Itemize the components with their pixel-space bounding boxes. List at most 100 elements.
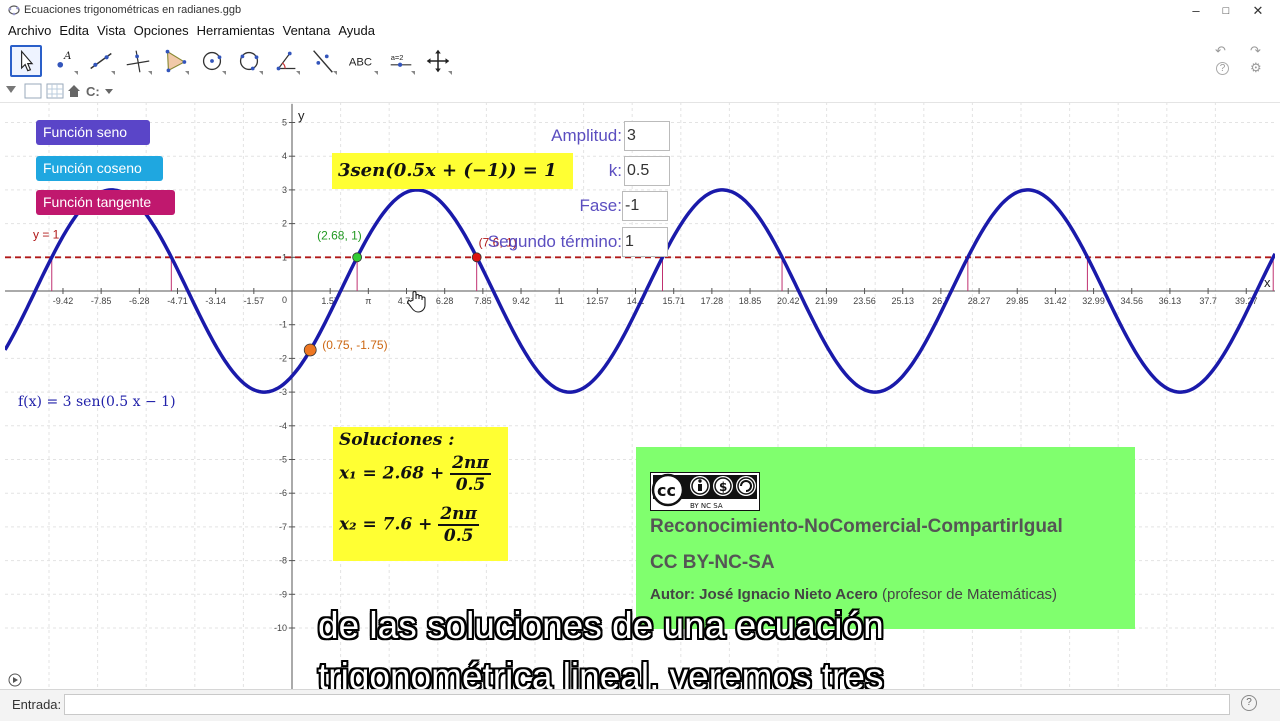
- cc-by-nc-sa-badge-icon: cc $ BY NC SA: [650, 472, 760, 511]
- y-tick-label: 2: [282, 219, 287, 229]
- solution-x2: x₂ = 7.6 + 2nπ 0.5: [339, 504, 479, 546]
- redo-button[interactable]: ↷: [1250, 43, 1261, 59]
- y-tick-label: -5: [279, 455, 287, 465]
- solution-x2-fraction: 2nπ 0.5: [438, 504, 479, 546]
- y-tick-label: 5: [282, 118, 287, 128]
- x-tick-label: 25.13: [891, 296, 914, 306]
- window-title: Ecuaciones trigonométricas en radianes.g…: [24, 4, 242, 16]
- fase-label: Fase:: [579, 196, 622, 215]
- menu-archivo[interactable]: Archivo: [0, 22, 55, 40]
- play-icon[interactable]: [8, 673, 22, 687]
- move-view-tool[interactable]: [422, 45, 454, 77]
- maximize-button[interactable]: □: [1212, 2, 1240, 20]
- x-tick-label: -1.57: [244, 296, 265, 306]
- solution-x1-numerator: 2nπ: [450, 453, 491, 475]
- undo-button[interactable]: ↶: [1215, 43, 1226, 59]
- point-marker: [471, 252, 482, 263]
- x-tick-label: 36.13: [1159, 296, 1182, 306]
- menu-vista[interactable]: Vista: [93, 22, 130, 40]
- funcion-tangente-button[interactable]: Función tangente: [36, 190, 175, 215]
- triangle-down-icon[interactable]: [6, 86, 16, 94]
- slider-tool[interactable]: a=2: [385, 45, 417, 77]
- settings-button[interactable]: ⚙: [1250, 60, 1262, 76]
- solution-x2-numerator: 2nπ: [438, 504, 479, 526]
- k-input[interactable]: 0.5: [624, 156, 670, 186]
- menu-opciones[interactable]: Opciones: [130, 22, 193, 40]
- license-name: Reconocimiento-NoComercial-CompartirIgua…: [650, 516, 1063, 537]
- solution-x2-lhs: x₂ = 7.6 +: [339, 514, 433, 535]
- menu-ayuda[interactable]: Ayuda: [334, 22, 379, 40]
- menu-bar: Archivo Edita Vista Opciones Herramientas Ven…: [0, 22, 1280, 40]
- home-icon[interactable]: [67, 84, 81, 98]
- y-tick-label: -6: [279, 488, 287, 498]
- close-button[interactable]: ✕: [1244, 2, 1272, 20]
- menu-ventana[interactable]: Ventana: [279, 22, 335, 40]
- circle-tool[interactable]: [196, 45, 228, 77]
- fase-input[interactable]: -1: [622, 191, 668, 221]
- amplitud-label: Amplitud:: [551, 126, 622, 145]
- license-box: cc $ BY NC SA Reconocimiento-NoComercial…: [636, 447, 1135, 629]
- y-tick-label: -8: [279, 556, 287, 566]
- x-tick-label: 12.57: [586, 296, 609, 306]
- svg-text:a=2: a=2: [391, 53, 404, 62]
- x-tick-label: 28.27: [968, 296, 991, 306]
- input-bar: Entrada: ?: [0, 689, 1280, 721]
- input-field[interactable]: [64, 694, 1230, 715]
- y-tick-label: -1: [279, 320, 287, 330]
- x-tick-label: 15.71: [662, 296, 685, 306]
- point-marker: [352, 252, 363, 263]
- input-help-icon[interactable]: ?: [1241, 695, 1257, 711]
- horizontal-line-label: y = 1: [33, 227, 60, 241]
- move-tool[interactable]: [10, 45, 42, 77]
- solution-x1: x₁ = 2.68 + 2nπ 0.5: [339, 453, 491, 495]
- funcion-seno-button[interactable]: Función seno: [36, 120, 150, 145]
- funcion-coseno-button[interactable]: Función coseno: [36, 156, 163, 181]
- menu-edita[interactable]: Edita: [55, 22, 93, 40]
- help-button[interactable]: ?: [1216, 62, 1229, 75]
- text-tool[interactable]: ABC: [344, 45, 380, 77]
- x-tick-label: 21.99: [815, 296, 838, 306]
- svg-text:$: $: [719, 480, 727, 494]
- x-tick-label: -3.14: [205, 296, 226, 306]
- menu-herramientas[interactable]: Herramientas: [193, 22, 279, 40]
- input-label: Entrada:: [12, 697, 62, 712]
- point-capture-icon[interactable]: C:: [86, 84, 116, 98]
- point-label: (0.75, -1.75): [322, 338, 387, 352]
- amplitud-input[interactable]: 3: [624, 121, 670, 151]
- x-tick-label: -6.28: [129, 296, 150, 306]
- x-tick-label: 32.99: [1082, 296, 1105, 306]
- minimize-button[interactable]: –: [1182, 2, 1210, 20]
- x-tick-label: 20.42: [777, 296, 800, 306]
- x-tick-label: 31.42: [1044, 296, 1067, 306]
- y-tick-label: -4: [279, 421, 287, 431]
- svg-text:ABC: ABC: [349, 57, 372, 69]
- x-tick-label: 29.85: [1006, 296, 1029, 306]
- polygon-tool[interactable]: [159, 45, 191, 77]
- function-definition-label: f(x) = 3 sen(0.5 x − 1): [18, 394, 176, 410]
- y-tick-label: -9: [279, 589, 287, 599]
- cursor-arrow-icon: [21, 49, 34, 72]
- toolbar: A ABC a=2 ↶ ↷ ? ⚙: [0, 40, 1280, 83]
- svg-text:cc: cc: [657, 481, 676, 500]
- graphics-view[interactable]: x y -9.42 -7.85 -6.28 -4.71 -3.14 -1.57 1.57 π 4.7…: [5, 102, 1275, 689]
- reflect-tool[interactable]: [307, 45, 339, 77]
- axes-toggle-icon[interactable]: [24, 83, 42, 99]
- perpendicular-tool[interactable]: [122, 45, 154, 77]
- y-tick-label: 3: [282, 185, 287, 195]
- license-author: Autor: José Ignacio Nieto Acero (profeso…: [650, 586, 1057, 603]
- angle-tool[interactable]: [270, 45, 302, 77]
- x-tick-label: 34.56: [1120, 296, 1143, 306]
- line-tool[interactable]: [85, 45, 117, 77]
- segundo-termino-input[interactable]: 1: [622, 227, 668, 257]
- y-axis-label: y: [298, 108, 305, 123]
- point-tool[interactable]: A: [48, 45, 80, 77]
- svg-text:C:: C:: [86, 84, 100, 98]
- x-tick-label: 23.56: [853, 296, 876, 306]
- geogebra-app-icon: [8, 5, 20, 16]
- grid-toggle-icon[interactable]: [46, 83, 64, 99]
- svg-text:BY NC SA: BY NC SA: [690, 502, 723, 510]
- x-tick-label: 11: [555, 296, 564, 306]
- solutions-box: Soluciones : x₁ = 2.68 + 2nπ 0.5 x₂ = 7.6…: [333, 427, 508, 561]
- ellipse-tool[interactable]: [233, 45, 265, 77]
- y-tick-label: 4: [282, 151, 287, 161]
